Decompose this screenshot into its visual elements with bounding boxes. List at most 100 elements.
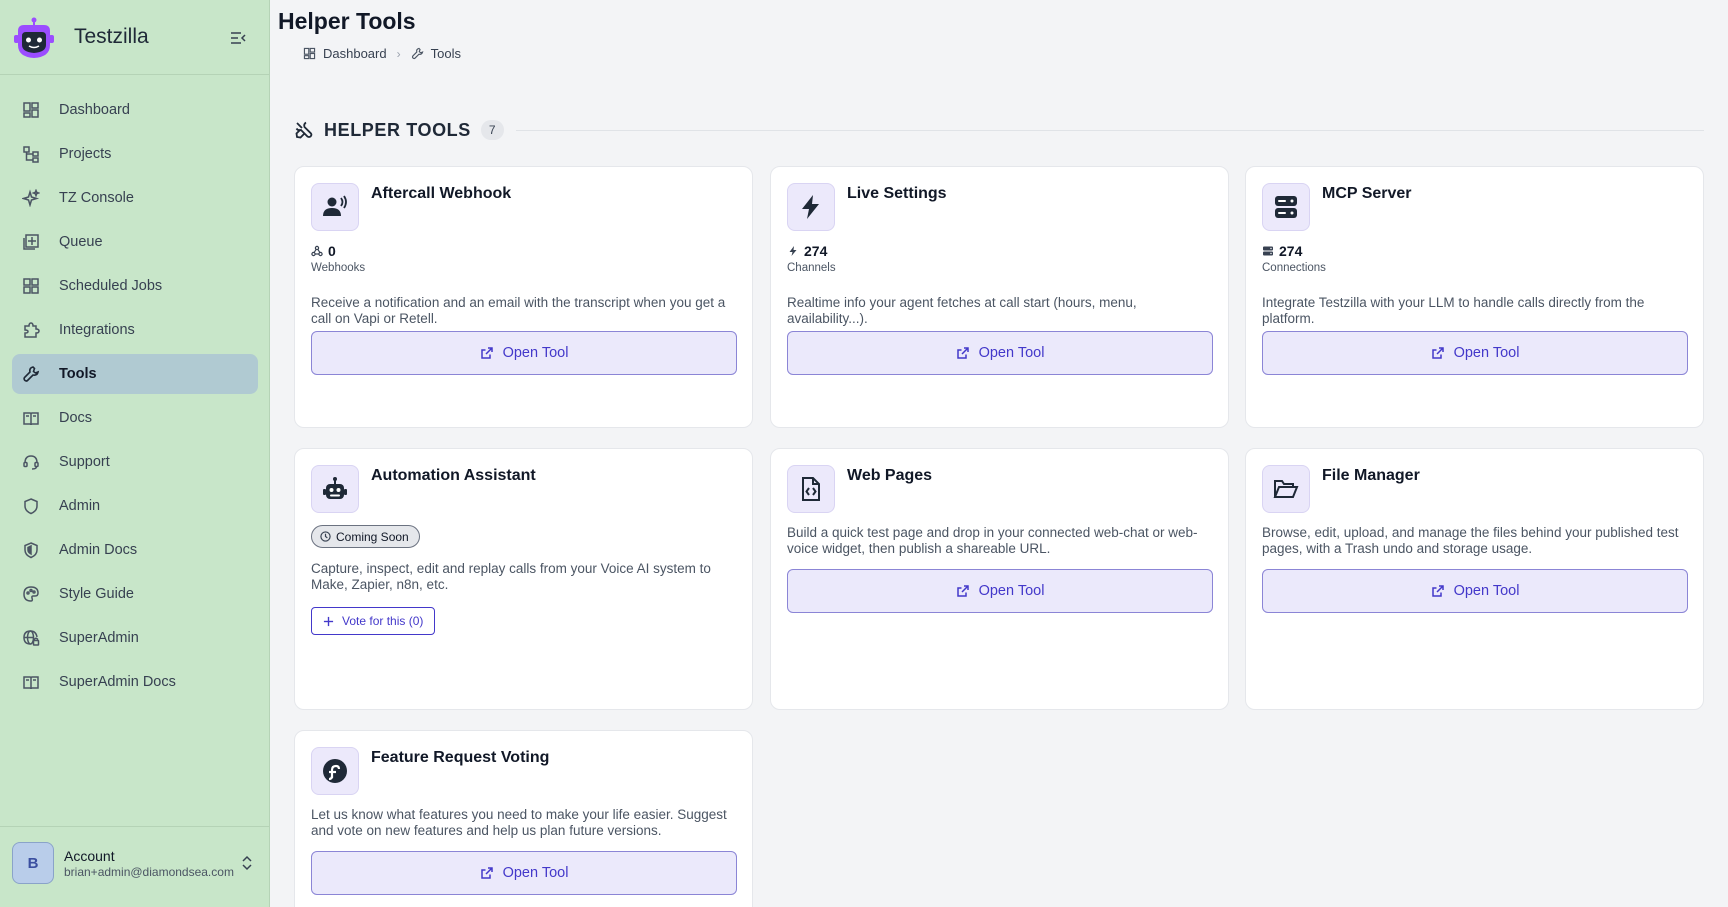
open-tool-button[interactable]: Open Tool bbox=[1262, 331, 1688, 375]
book-icon bbox=[22, 673, 40, 691]
tool-description: Build a quick test page and drop in your… bbox=[787, 525, 1198, 556]
collapse-sidebar-icon[interactable] bbox=[229, 29, 247, 47]
external-link-icon bbox=[480, 867, 493, 879]
tool-description: Integrate Testzilla with your LLM to han… bbox=[1262, 295, 1645, 326]
coming-soon-badge: Coming Soon bbox=[311, 525, 420, 548]
vote-label: Vote for this (0) bbox=[342, 614, 424, 628]
section-title: HELPER TOOLS bbox=[324, 119, 471, 140]
chevron-up-down-icon[interactable] bbox=[240, 854, 254, 872]
tool-title: File Manager bbox=[1322, 467, 1420, 484]
person-voice-icon bbox=[311, 183, 359, 231]
section-header: HELPER TOOLS 7 bbox=[294, 118, 1704, 142]
sidebar-item-admin[interactable]: Admin bbox=[12, 486, 258, 526]
sidebar-item-label: Admin bbox=[59, 498, 101, 514]
sidebar-item-label: Integrations bbox=[59, 322, 135, 338]
code-file-icon bbox=[787, 465, 835, 513]
brand-header: Testzilla bbox=[0, 0, 270, 75]
tool-description: Receive a notification and an email with… bbox=[311, 295, 726, 326]
projects-icon bbox=[22, 145, 40, 163]
clock-icon bbox=[320, 531, 331, 542]
open-tool-button[interactable]: Open Tool bbox=[787, 331, 1213, 375]
sidebar-item-tools[interactable]: Tools bbox=[12, 354, 258, 394]
tool-stat: 0 Webhooks bbox=[311, 243, 365, 274]
sidebar-item-label: SuperAdmin Docs bbox=[59, 674, 176, 690]
vote-button[interactable]: Vote for this (0) bbox=[311, 607, 436, 635]
button-label: Open Tool bbox=[1453, 583, 1520, 599]
tool-description: Capture, inspect, edit and replay calls … bbox=[311, 561, 711, 592]
bolt-icon bbox=[789, 246, 797, 256]
button-label: Open Tool bbox=[1453, 345, 1520, 361]
external-link-icon bbox=[956, 585, 969, 597]
button-label: Open Tool bbox=[502, 865, 569, 881]
tool-title: Web Pages bbox=[847, 467, 933, 484]
stat-value: 274 bbox=[804, 243, 828, 259]
open-tool-button[interactable]: Open Tool bbox=[311, 331, 737, 375]
sidebar-item-label: Scheduled Jobs bbox=[59, 278, 163, 294]
sidebar-nav: Dashboard Projects TZ Console Queue Sche… bbox=[12, 90, 258, 706]
open-tool-button[interactable]: Open Tool bbox=[1262, 569, 1688, 613]
folder-open-icon bbox=[1262, 465, 1310, 513]
external-link-icon bbox=[1431, 585, 1444, 597]
server-icon bbox=[1263, 246, 1273, 256]
app-name: Testzilla bbox=[74, 25, 149, 48]
sidebar-item-integrations[interactable]: Integrations bbox=[12, 310, 258, 350]
plus-icon bbox=[323, 616, 334, 626]
sidebar-item-support[interactable]: Support bbox=[12, 442, 258, 482]
dashboard-icon bbox=[22, 101, 40, 119]
breadcrumb-label: Dashboard bbox=[323, 46, 387, 61]
testzilla-logo-icon[interactable] bbox=[12, 17, 56, 61]
sidebar-item-label: Projects bbox=[59, 146, 112, 162]
tool-stat: 274 Channels bbox=[787, 243, 836, 274]
headset-icon bbox=[22, 453, 40, 471]
sidebar-item-label: Tools bbox=[59, 366, 97, 382]
tool-card-live-settings: Live Settings 274 Channels Realtime info… bbox=[770, 166, 1229, 428]
tool-stat: 274 Connections bbox=[1262, 243, 1326, 274]
sidebar-item-admin-docs[interactable]: Admin Docs bbox=[12, 530, 258, 570]
shield-icon bbox=[22, 497, 40, 515]
sidebar-item-label: Style Guide bbox=[59, 586, 134, 602]
stat-label: Webhooks bbox=[311, 262, 366, 274]
open-tool-button[interactable]: Open Tool bbox=[787, 569, 1213, 613]
breadcrumb-label: Tools bbox=[430, 46, 461, 61]
tool-card-mcp-server: MCP Server 274 Connections Integrate Tes… bbox=[1245, 166, 1704, 428]
sidebar-item-style-guide[interactable]: Style Guide bbox=[12, 574, 258, 614]
queue-icon bbox=[22, 233, 40, 251]
shield-doc-icon bbox=[22, 541, 40, 559]
account-menu[interactable]: B Account brian+admin@diamondsea.com bbox=[0, 826, 270, 907]
breadcrumb: Dashboard › Tools bbox=[303, 46, 461, 61]
breadcrumb-dashboard[interactable]: Dashboard bbox=[303, 46, 387, 61]
fedora-icon bbox=[311, 747, 359, 795]
sidebar-item-docs[interactable]: Docs bbox=[12, 398, 258, 438]
sidebar-item-scheduled-jobs[interactable]: Scheduled Jobs bbox=[12, 266, 258, 306]
book-icon bbox=[22, 409, 40, 427]
stat-label: Connections bbox=[1262, 262, 1326, 274]
palette-icon bbox=[22, 585, 40, 603]
sidebar-item-dashboard[interactable]: Dashboard bbox=[12, 90, 258, 130]
account-email: brian+admin@diamondsea.com bbox=[64, 865, 234, 879]
badge-label: Coming Soon bbox=[336, 529, 409, 544]
sidebar-item-label: Dashboard bbox=[59, 102, 130, 118]
avatar: B bbox=[12, 842, 54, 884]
grid-icon bbox=[22, 277, 40, 295]
tools-icon bbox=[295, 121, 313, 139]
sidebar-item-label: TZ Console bbox=[59, 190, 134, 206]
open-tool-button[interactable]: Open Tool bbox=[311, 851, 737, 895]
external-link-icon bbox=[956, 347, 969, 359]
sidebar: Testzilla Dashboard Projects TZ Console … bbox=[0, 0, 270, 907]
stat-label: Channels bbox=[787, 262, 836, 274]
external-link-icon bbox=[480, 347, 493, 359]
sidebar-item-queue[interactable]: Queue bbox=[12, 222, 258, 262]
tool-title: MCP Server bbox=[1322, 185, 1412, 202]
webhook-icon bbox=[311, 245, 323, 257]
puzzle-icon bbox=[22, 321, 40, 339]
sidebar-item-superadmin[interactable]: SuperAdmin bbox=[12, 618, 258, 658]
sidebar-item-projects[interactable]: Projects bbox=[12, 134, 258, 174]
sidebar-item-tz-console[interactable]: TZ Console bbox=[12, 178, 258, 218]
sidebar-item-superadmin-docs[interactable]: SuperAdmin Docs bbox=[12, 662, 258, 702]
tool-title: Automation Assistant bbox=[371, 467, 536, 484]
count-badge: 7 bbox=[480, 120, 504, 140]
server-icon bbox=[1262, 183, 1310, 231]
sidebar-item-label: Admin Docs bbox=[59, 542, 138, 558]
breadcrumb-tools: Tools bbox=[411, 46, 461, 61]
button-label: Open Tool bbox=[978, 345, 1045, 361]
